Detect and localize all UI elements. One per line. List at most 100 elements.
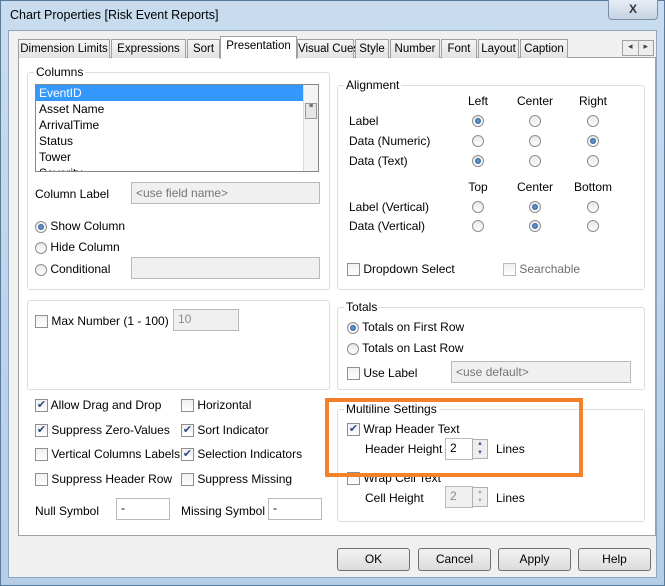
missing-symbol-label: Missing Symbol — [181, 504, 266, 518]
tab-sort[interactable]: Sort — [187, 39, 220, 58]
option-checkbox[interactable]: Suppress Header Row — [35, 472, 172, 486]
option-checkbox[interactable]: ✔ Allow Drag and Drop — [35, 398, 161, 413]
searchable-checkbox[interactable]: Searchable — [503, 262, 581, 277]
option-label: Suppress Missing — [197, 471, 293, 486]
alignment-vradio[interactable] — [587, 201, 599, 213]
use-label-label: Use Label — [363, 366, 418, 380]
conditional-radio[interactable]: Conditional — [35, 262, 110, 276]
option-checkbox[interactable]: Vertical Columns Labels — [35, 447, 181, 462]
alignment-radio[interactable] — [587, 135, 599, 147]
use-label-input[interactable] — [451, 361, 631, 383]
hide-column-label: Hide Column — [50, 240, 120, 254]
tab-layout[interactable]: Layout — [478, 39, 519, 58]
checkbox-box: ✔ — [181, 423, 194, 437]
show-column-radio[interactable]: Show Column — [35, 219, 125, 233]
alignment-radio[interactable] — [587, 155, 599, 167]
alignment-vradio[interactable] — [472, 201, 484, 213]
column-list-item[interactable]: Severity — [36, 165, 318, 171]
help-button[interactable]: Help — [578, 548, 651, 571]
tab-presentation[interactable]: Presentation — [220, 36, 297, 59]
columns-list[interactable]: EventIDAsset NameArrivalTimeStatusTowerS… — [35, 84, 319, 172]
alignment-radio[interactable] — [529, 115, 541, 127]
option-label: Vertical Columns Labels — [51, 447, 181, 461]
tab-scroll: ◂ ▸ — [622, 40, 654, 56]
option-label: Suppress Zero-Values — [51, 422, 170, 437]
column-label-input[interactable] — [131, 182, 320, 204]
null-symbol-input[interactable]: - — [116, 498, 170, 520]
window-title: Chart Properties [Risk Event Reports] — [10, 8, 219, 22]
columns-legend: Columns — [34, 65, 86, 79]
tab-dimension-limits[interactable]: Dimension Limits — [18, 39, 110, 58]
checkbox-box — [347, 263, 360, 277]
checkbox-box — [181, 399, 194, 413]
close-button[interactable]: X — [608, 0, 658, 20]
totals-first-label: Totals on First Row — [362, 320, 465, 334]
totals-last-radio[interactable]: Totals on Last Row — [347, 341, 464, 355]
null-symbol-label: Null Symbol — [35, 504, 100, 518]
radio-dot — [347, 321, 359, 334]
alignment-vradio[interactable] — [529, 220, 541, 232]
option-checkbox[interactable]: Suppress Missing — [181, 472, 292, 486]
alignment-vrow-label: Label (Vertical) — [349, 200, 430, 214]
alignment-vradio[interactable] — [472, 220, 484, 232]
column-label-label: Column Label — [35, 187, 110, 201]
totals-legend: Totals — [344, 300, 380, 314]
alignment-vheader: Top — [468, 180, 488, 194]
totals-first-radio[interactable]: Totals on First Row — [347, 320, 464, 334]
cell-lines-label: Lines — [496, 491, 525, 505]
checkbox-box — [35, 448, 48, 462]
alignment-vradio[interactable] — [587, 220, 599, 232]
columns-list-scrollbar[interactable]: ≡ — [303, 85, 318, 171]
alignment-vheader: Bottom — [573, 180, 612, 194]
tab-scroll-right-icon[interactable]: ▸ — [637, 41, 654, 55]
checkbox-box — [35, 315, 48, 329]
max-number-checkbox[interactable]: Max Number (1 - 100) — [35, 314, 169, 329]
column-list-item[interactable]: EventID — [36, 85, 318, 101]
cell-height-spinner[interactable]: ▲ ▼ — [472, 487, 488, 507]
missing-symbol-input[interactable]: - — [268, 498, 322, 520]
max-number-label: Max Number (1 - 100) — [51, 314, 169, 328]
apply-button[interactable]: Apply — [498, 548, 571, 571]
tab-caption[interactable]: Caption — [520, 39, 568, 58]
alignment-radio[interactable] — [472, 135, 484, 147]
dropdown-select-label: Dropdown Select — [363, 262, 455, 276]
dropdown-select-checkbox[interactable]: Dropdown Select — [347, 262, 455, 277]
column-list-item[interactable]: Tower — [36, 149, 318, 165]
alignment-radio[interactable] — [529, 135, 541, 147]
highlight-annotation — [325, 398, 583, 477]
cell-height-label: Cell Height — [365, 491, 424, 505]
tab-font[interactable]: Font — [441, 39, 477, 58]
conditional-label: Conditional — [50, 262, 111, 276]
show-column-label: Show Column — [50, 219, 126, 233]
alignment-header: Left — [467, 94, 488, 108]
option-checkbox[interactable]: ✔ Suppress Zero-Values — [35, 423, 170, 437]
alignment-radio[interactable] — [587, 115, 599, 127]
conditional-input[interactable] — [131, 257, 320, 279]
tab-number[interactable]: Number — [390, 39, 440, 58]
column-list-item[interactable]: Status — [36, 133, 318, 149]
checkbox-box — [181, 472, 194, 486]
radio-dot — [35, 263, 47, 276]
alignment-radio[interactable] — [472, 115, 484, 127]
checkbox-box — [503, 263, 516, 277]
tab-visual-cues[interactable]: Visual Cues — [297, 39, 359, 58]
option-checkbox[interactable]: ✔ Sort Indicator — [181, 423, 269, 437]
option-checkbox[interactable]: Horizontal — [181, 398, 251, 413]
column-list-item[interactable]: Asset Name — [36, 101, 318, 117]
max-number-input[interactable]: 10 — [173, 309, 239, 331]
tab-style[interactable]: Style — [355, 39, 389, 58]
alignment-radio[interactable] — [472, 155, 484, 167]
tab-expressions[interactable]: Expressions — [111, 39, 186, 58]
use-label-checkbox[interactable]: Use Label — [347, 366, 418, 381]
hide-column-radio[interactable]: Hide Column — [35, 240, 120, 254]
alignment-row-label: Label — [349, 114, 379, 128]
ok-button[interactable]: OK — [337, 548, 410, 571]
alignment-radio[interactable] — [529, 155, 541, 167]
alignment-vradio[interactable] — [529, 201, 541, 213]
searchable-label: Searchable — [519, 262, 581, 276]
tab-scroll-left-icon[interactable]: ◂ — [623, 41, 638, 55]
option-checkbox[interactable]: ✔ Selection Indicators — [181, 447, 302, 462]
cancel-button[interactable]: Cancel — [418, 548, 491, 571]
column-list-item[interactable]: ArrivalTime — [36, 117, 318, 133]
cell-height-input[interactable]: 2 — [445, 486, 473, 508]
